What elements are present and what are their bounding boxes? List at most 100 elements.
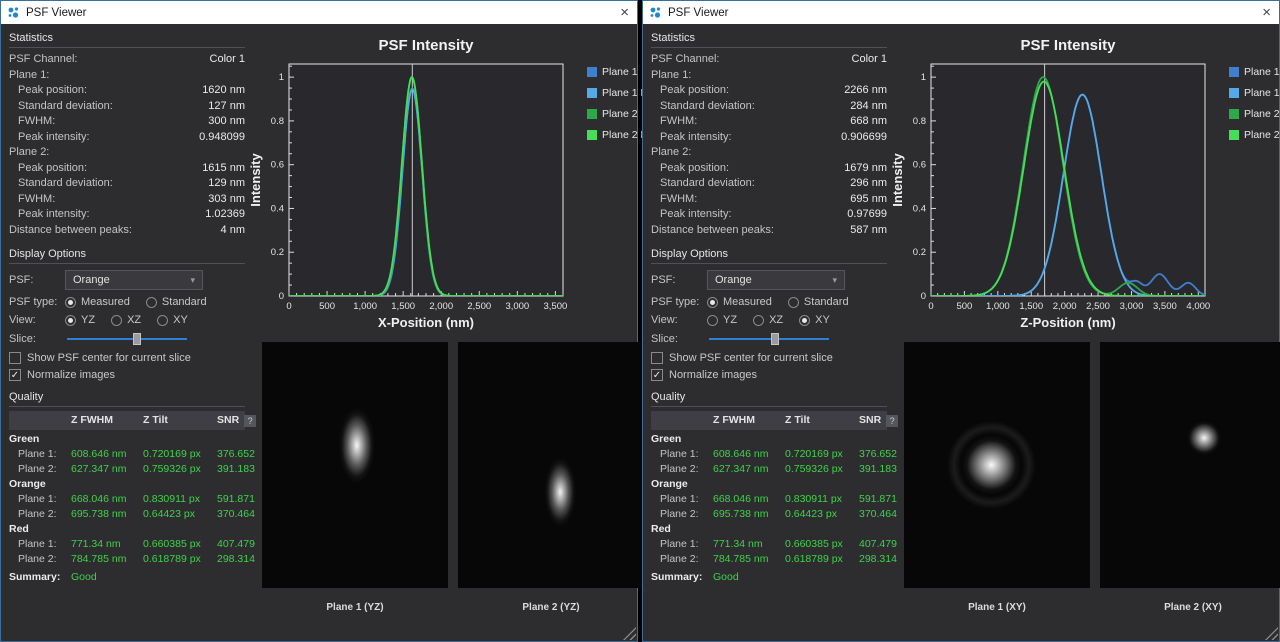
radio-measured[interactable]: Measured (65, 296, 130, 308)
quality-zfwhm: 784.785 nm (713, 552, 785, 567)
quality-zfwhm: 695.738 nm (713, 507, 785, 522)
app-icon (7, 6, 20, 19)
quality-row-label: Plane 2: (9, 462, 71, 477)
psf-row: PSF: Orange ▾ (9, 270, 245, 290)
psf-row: PSF: Orange ▾ (651, 270, 887, 290)
quality-row: Plane 1:608.646 nm0.720169 px376.652 (651, 447, 887, 462)
stat-value: 129 nm (208, 176, 245, 192)
stat-row: Peak intensity:0.948099 (9, 130, 245, 146)
radio-label: Measured (723, 296, 772, 308)
quality-ztilt: 0.830911 px (143, 492, 217, 507)
radio-yz-dot (65, 315, 76, 326)
radio-xz[interactable]: XZ (753, 314, 783, 326)
chart-panel: PSF Intensity05001,0001,5002,0002,5003,0… (887, 30, 1280, 639)
view-label: View: (9, 314, 65, 326)
legend-swatch (587, 109, 597, 119)
radio-xy-dot (799, 315, 810, 326)
stat-label: Plane 1: (9, 68, 49, 84)
quality-zfwhm: 771.34 nm (71, 537, 143, 552)
legend-swatch (1229, 67, 1239, 77)
radio-standard[interactable]: Standard (146, 296, 207, 308)
stat-label: FWHM: (9, 192, 55, 208)
stat-label: Peak intensity: (9, 130, 90, 146)
checkbox-list: Show PSF center for current slice ✓Normal… (9, 352, 245, 381)
checkbox-label: Normalize images (669, 369, 757, 381)
svg-text:0.2: 0.2 (913, 247, 926, 258)
statistics-header: Statistics (651, 30, 887, 48)
legend-swatch (1229, 130, 1239, 140)
svg-text:0.8: 0.8 (913, 116, 926, 127)
quality-row-label: Plane 1: (9, 447, 71, 462)
psf-dropdown[interactable]: Orange ▾ (65, 270, 203, 290)
psf-image-plane2[interactable] (1100, 342, 1280, 588)
stat-label: FWHM: (651, 114, 697, 130)
quality-zfwhm: 668.046 nm (71, 492, 143, 507)
stat-row: Plane 1: (9, 68, 245, 84)
svg-text:0.8: 0.8 (271, 116, 284, 127)
quality-group-green: Green (651, 432, 887, 447)
close-icon[interactable]: × (1245, 4, 1271, 21)
radio-measured[interactable]: Measured (707, 296, 772, 308)
slice-row: Slice: (651, 332, 887, 346)
radio-xy[interactable]: XY (799, 314, 830, 326)
close-icon[interactable]: × (603, 4, 629, 21)
quality-row: Plane 1:771.34 nm0.660385 px407.479 (651, 537, 887, 552)
radio-xy[interactable]: XY (157, 314, 188, 326)
stat-label: Distance between peaks: (9, 223, 132, 239)
radio-label: Standard (162, 296, 207, 308)
svg-text:3,000: 3,000 (505, 301, 529, 312)
quality-ztilt: 0.660385 px (143, 537, 217, 552)
radio-standard-dot (146, 297, 157, 308)
checkbox-box (9, 352, 21, 364)
stat-row: FWHM:695 nm (651, 192, 887, 208)
stat-row: Distance between peaks:587 nm (651, 223, 887, 239)
display-options-header: Display Options (651, 246, 887, 264)
radio-standard[interactable]: Standard (788, 296, 849, 308)
titlebar[interactable]: PSF Viewer × (1, 1, 637, 24)
quality-col-z-tilt: Z Tilt (143, 411, 217, 430)
radio-label: XY (173, 314, 188, 326)
titlebar[interactable]: PSF Viewer × (643, 1, 1279, 24)
stat-label: Peak intensity: (651, 130, 732, 146)
quality-row: Plane 1:668.046 nm0.830911 px591.871 (9, 492, 245, 507)
radio-yz[interactable]: YZ (707, 314, 737, 326)
svg-text:0: 0 (921, 291, 926, 302)
psf-image-plane1-figure: Plane 1 (XY) (904, 342, 1090, 613)
checkbox-show-psf-center-for-current-slice[interactable]: Show PSF center for current slice (651, 352, 887, 364)
svg-text:3,000: 3,000 (1120, 301, 1144, 312)
quality-row: Plane 1:771.34 nm0.660385 px407.479 (9, 537, 245, 552)
radio-measured-dot (65, 297, 76, 308)
quality-row: Plane 1:668.046 nm0.830911 px591.871 (651, 492, 887, 507)
psf-label: PSF: (651, 274, 707, 286)
checkbox-label: Normalize images (27, 369, 115, 381)
psf-image-plane2[interactable] (458, 342, 644, 588)
summary-value: Good (71, 571, 97, 583)
checkbox-normalize-images[interactable]: ✓Normalize images (651, 369, 887, 381)
quality-ztilt: 0.660385 px (785, 537, 859, 552)
psf-image-plane1[interactable] (262, 342, 448, 588)
psf-intensity-chart: PSF Intensity05001,0001,5002,0002,5003,0… (249, 30, 587, 334)
slice-slider-handle[interactable] (771, 333, 779, 345)
stat-value: Color 1 (852, 52, 887, 68)
psf-image-plane1[interactable] (904, 342, 1090, 588)
stat-label: Peak position: (9, 83, 87, 99)
slice-slider[interactable] (67, 332, 187, 346)
checkbox-normalize-images[interactable]: ✓Normalize images (9, 369, 245, 381)
quality-row: Plane 2:695.738 nm0.64423 px370.464 (9, 507, 245, 522)
legend-item-plane-1-fit: Plane 1 Fit (1229, 87, 1280, 99)
psf-type-row: PSF type: MeasuredStandard (651, 296, 887, 308)
slice-slider[interactable] (709, 332, 829, 346)
app-icon (649, 6, 662, 19)
stat-label: Standard deviation: (9, 99, 113, 115)
radio-xz[interactable]: XZ (111, 314, 141, 326)
slice-slider-handle[interactable] (133, 333, 141, 345)
quality-zfwhm: 771.34 nm (713, 537, 785, 552)
quality-row: Plane 2:784.785 nm0.618789 px298.314 (651, 552, 887, 567)
psf-dropdown-value: Orange (73, 274, 110, 286)
quality-header-row: Z FWHMZ TiltSNR? (651, 411, 887, 430)
checkbox-show-psf-center-for-current-slice[interactable]: Show PSF center for current slice (9, 352, 245, 364)
legend-label: Plane 2 (602, 108, 638, 120)
quality-ztilt: 0.720169 px (143, 447, 217, 462)
radio-yz[interactable]: YZ (65, 314, 95, 326)
psf-dropdown[interactable]: Orange ▾ (707, 270, 845, 290)
